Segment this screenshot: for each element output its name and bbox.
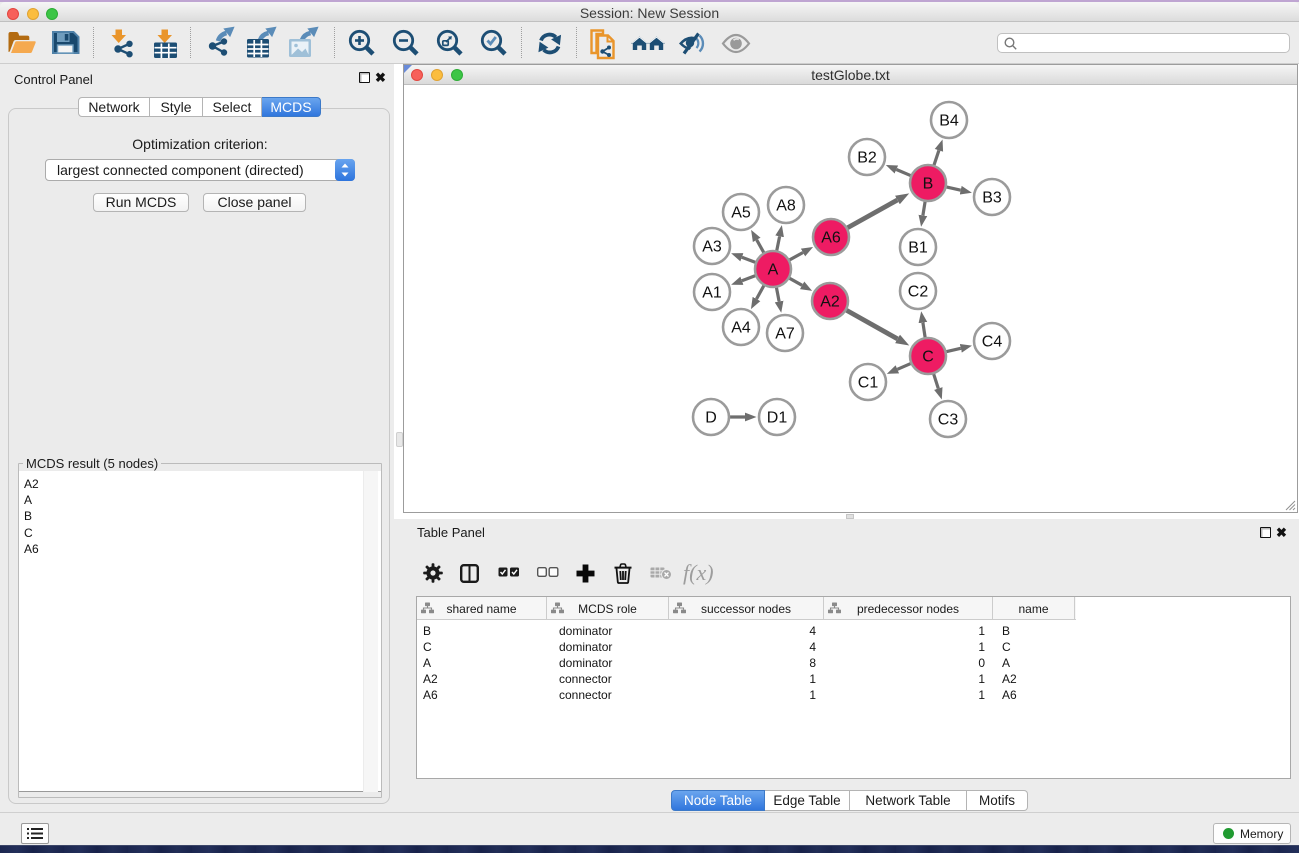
svg-text:B1: B1: [908, 240, 928, 257]
svg-text:f(x): f(x): [683, 560, 714, 585]
svg-text:C1: C1: [858, 375, 879, 392]
svg-text:A2: A2: [820, 294, 840, 311]
svg-text:C2: C2: [908, 284, 929, 301]
svg-text:A1: A1: [702, 285, 722, 302]
svg-text:A7: A7: [775, 326, 795, 343]
svg-text:D1: D1: [767, 410, 788, 427]
svg-text:D: D: [705, 410, 717, 427]
svg-text:B4: B4: [939, 113, 959, 130]
svg-text:A8: A8: [776, 198, 796, 215]
svg-text:A3: A3: [702, 239, 722, 256]
svg-text:B3: B3: [982, 190, 1002, 207]
svg-text:A6: A6: [821, 230, 841, 247]
svg-text:A5: A5: [731, 205, 751, 222]
svg-text:C4: C4: [982, 334, 1003, 351]
svg-text:B: B: [923, 176, 934, 193]
svg-text:A: A: [768, 262, 779, 279]
svg-text:B2: B2: [857, 150, 877, 167]
svg-text:C: C: [922, 349, 934, 366]
svg-text:A4: A4: [731, 320, 751, 337]
svg-text:C3: C3: [938, 412, 959, 429]
